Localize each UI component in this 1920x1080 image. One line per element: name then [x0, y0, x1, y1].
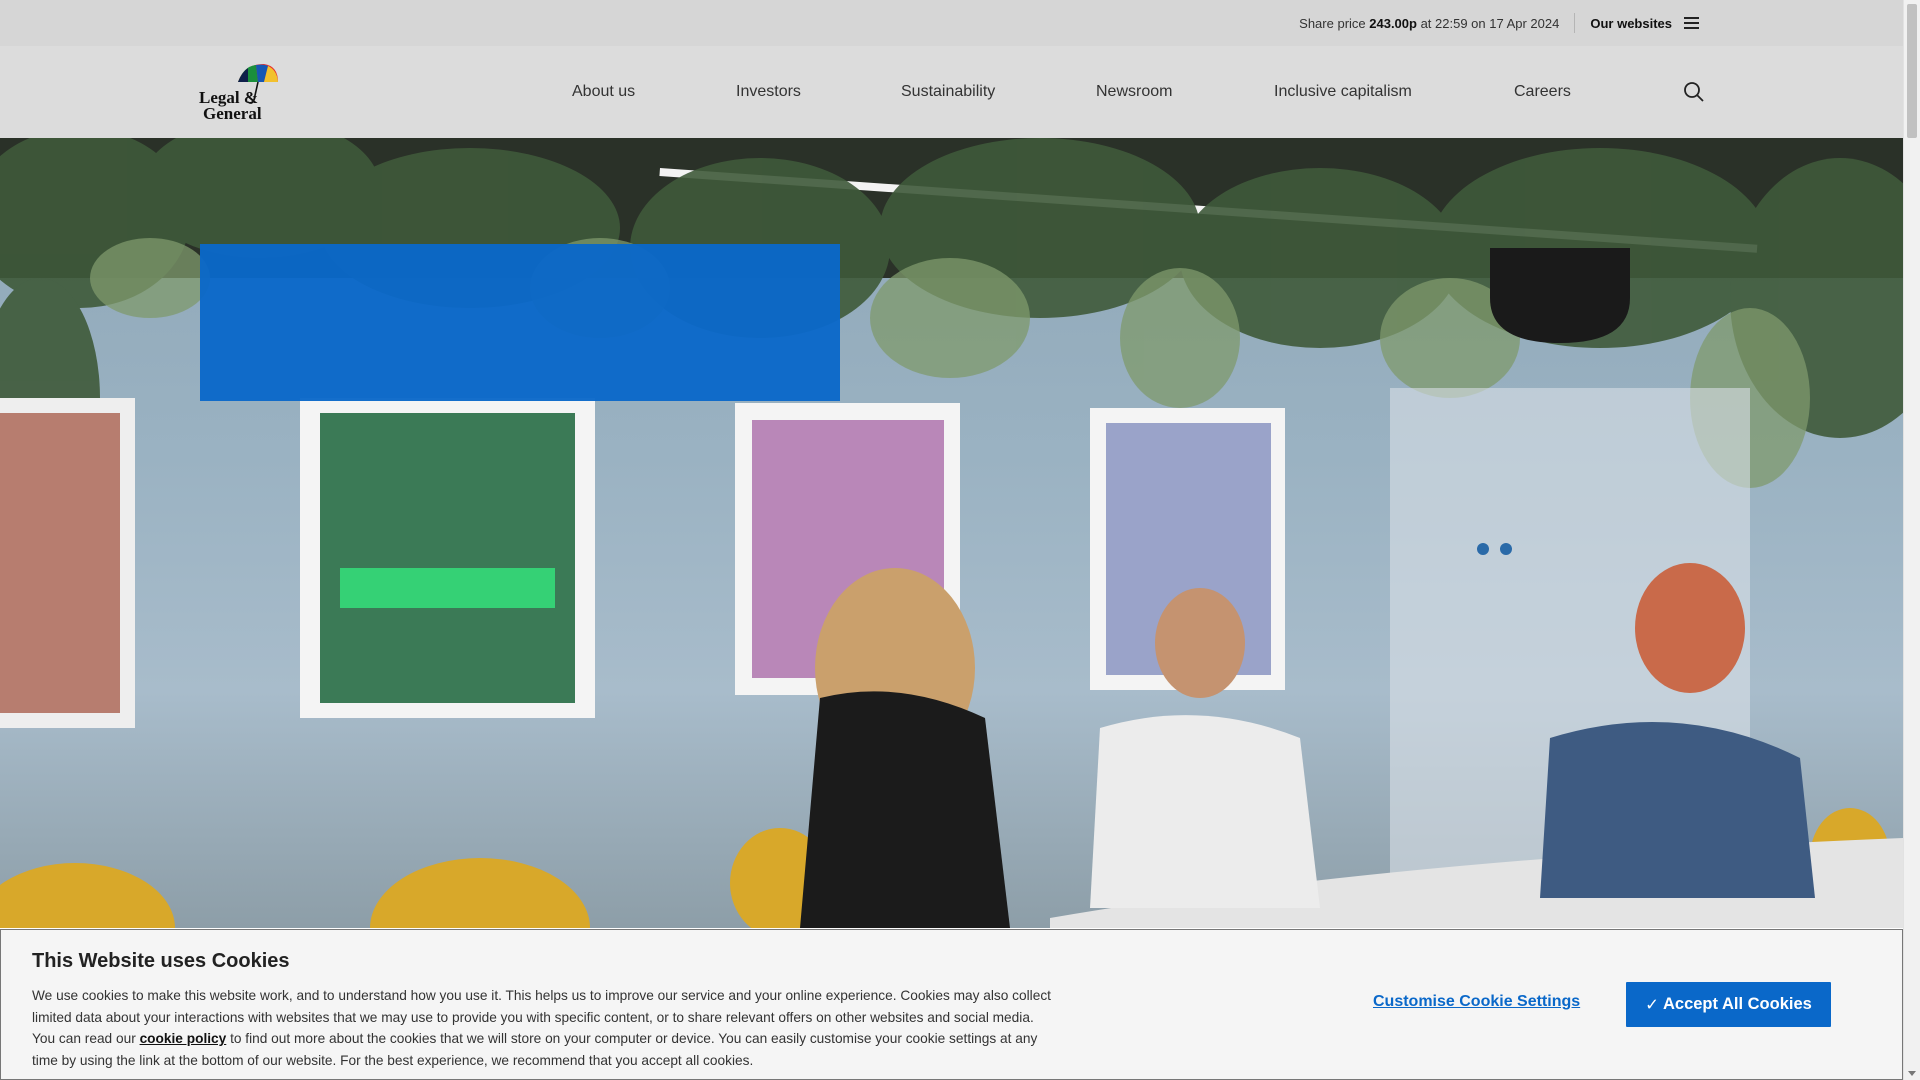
hero-text-panel	[200, 244, 840, 401]
nav-item-careers[interactable]: Careers	[1514, 46, 1571, 138]
accept-all-cookies-button[interactable]: ✓ Accept All Cookies	[1626, 982, 1831, 1027]
search-icon	[1684, 82, 1704, 102]
share-price-prefix: Share price	[1299, 15, 1370, 31]
utility-divider	[1574, 13, 1576, 33]
page-scrollbar[interactable]	[1903, 0, 1920, 1080]
hero-image	[0, 138, 1903, 928]
nav-item-investors[interactable]: Investors	[736, 46, 801, 138]
hamburger-icon	[1684, 17, 1699, 29]
accept-all-cookies-label: Accept All Cookies	[1662, 995, 1812, 1013]
scroll-down-arrow-icon[interactable]	[1908, 1071, 1916, 1076]
utility-bar: Share price 243.00p at 22:59 on 17 Apr 2…	[0, 0, 1903, 46]
cookie-banner-title: This Website uses Cookies	[32, 950, 290, 972]
nav-item-newsroom[interactable]: Newsroom	[1096, 46, 1172, 138]
primary-nav: About us Investors Sustainability Newsro…	[0, 46, 1903, 138]
nav-item-inclusive-capitalism[interactable]: Inclusive capitalism	[1274, 46, 1412, 138]
nav-item-sustainability[interactable]: Sustainability	[901, 46, 995, 138]
customise-cookie-settings-button[interactable]: Customise Cookie Settings	[1373, 993, 1580, 1011]
cookie-banner-text: We use cookies to make this website work…	[32, 985, 1052, 1071]
our-websites-button[interactable]: Our websites	[1590, 16, 1699, 31]
search-button[interactable]	[1683, 81, 1705, 103]
utility-bar-content: Share price 243.00p at 22:59 on 17 Apr 2…	[1299, 0, 1699, 46]
share-price-value: 243.00p	[1369, 15, 1417, 31]
cookie-banner: This Website uses Cookies We use cookies…	[0, 929, 1903, 1080]
share-price-suffix: at 22:59 on 17 Apr 2024	[1416, 15, 1560, 31]
main-header: Legal & General About us Investors Susta…	[0, 46, 1903, 138]
our-websites-label: Our websites	[1590, 15, 1672, 31]
nav-item-about-us[interactable]: About us	[572, 46, 635, 138]
scrollbar-thumb[interactable]	[1907, 4, 1917, 138]
share-price: Share price 243.00p at 22:59 on 17 Apr 2…	[1299, 16, 1559, 31]
cookie-policy-link[interactable]: cookie policy	[140, 1031, 227, 1046]
check-icon: ✓	[1645, 995, 1659, 1014]
